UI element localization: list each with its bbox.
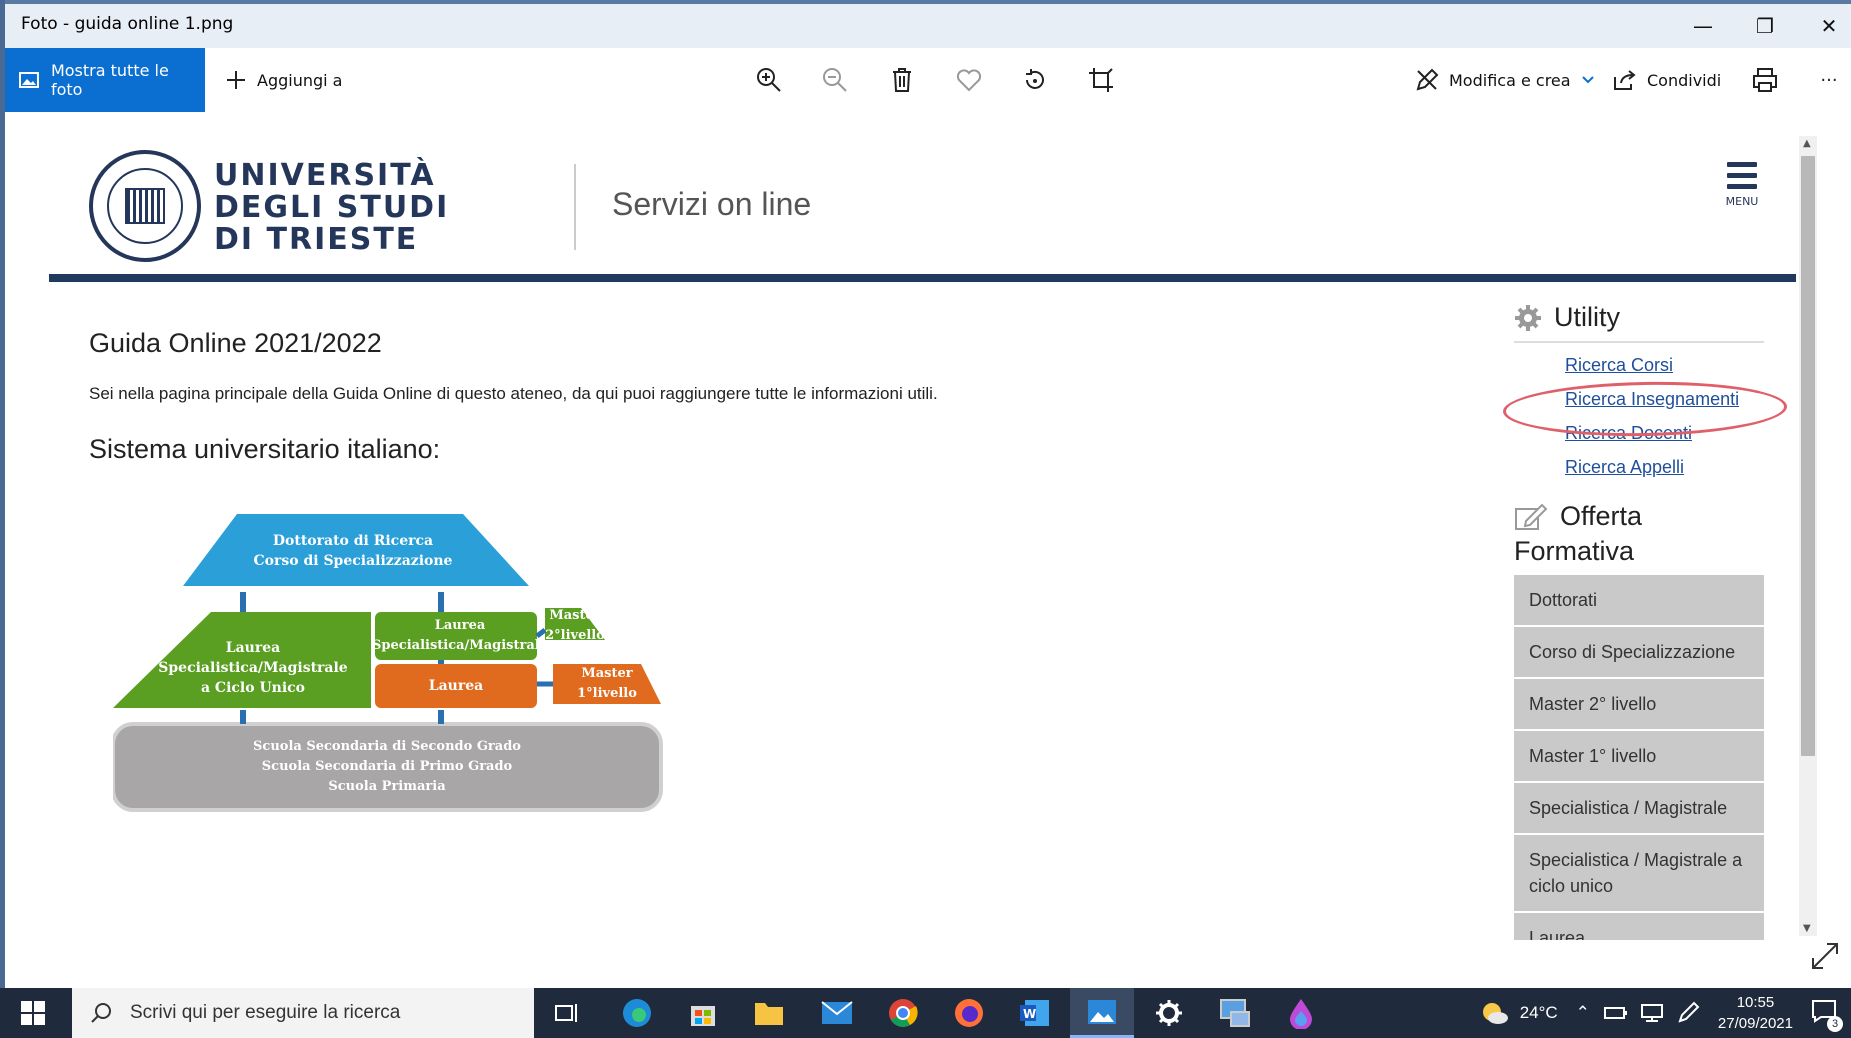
- title-bar: Foto - guida online 1.png — ❐ ✕: [5, 0, 1851, 48]
- section-heading: Sistema universitario italiano:: [89, 434, 441, 464]
- delete-icon[interactable]: [884, 62, 920, 98]
- minimize-button[interactable]: —: [1673, 8, 1733, 44]
- store-icon[interactable]: [684, 995, 722, 1031]
- utility-divider: [1514, 341, 1764, 343]
- network-icon[interactable]: [1640, 1003, 1664, 1023]
- chevron-down-icon: [1581, 76, 1594, 84]
- image-viewer: UNIVERSITÀ DEGLI STUDI DI TRIESTE Serviz…: [49, 132, 1796, 940]
- offerta-item[interactable]: Specialistica / Magistrale: [1514, 783, 1764, 835]
- offerta-heading-line2: Formativa: [1514, 536, 1635, 566]
- edit-create-button[interactable]: Modifica e crea: [1415, 48, 1595, 112]
- print-icon[interactable]: [1747, 62, 1783, 98]
- chrome-icon[interactable]: [884, 995, 922, 1031]
- menu-label: MENU: [1725, 195, 1759, 208]
- paint-drop-icon[interactable]: [1282, 995, 1320, 1031]
- show-all-label: Mostra tutte le foto: [50, 61, 169, 99]
- expand-icon[interactable]: [1809, 940, 1841, 972]
- windows-start-icon[interactable]: [20, 1000, 46, 1026]
- photo-icon: [19, 72, 39, 88]
- svg-text:W: W: [1023, 1007, 1036, 1021]
- utility-heading: Utility: [1514, 302, 1764, 333]
- offerta-item[interactable]: Laurea: [1514, 913, 1764, 940]
- offerta-item[interactable]: Specialistica / Magistrale a ciclo unico: [1514, 835, 1764, 913]
- share-label: Condividi: [1647, 70, 1722, 90]
- share-button[interactable]: Condividi: [1613, 48, 1721, 112]
- university-system-diagram: Dottorato di Ricerca Corso di Specializz…: [113, 512, 673, 822]
- restore-button[interactable]: ❐: [1735, 8, 1795, 44]
- file-explorer-icon[interactable]: [750, 995, 788, 1031]
- scrollbar-thumb[interactable]: [1801, 156, 1815, 756]
- zoom-out-icon[interactable]: [817, 62, 853, 98]
- bachelor-degree-block: Laurea: [428, 678, 484, 694]
- window-title: Foto - guida online 1.png: [21, 14, 234, 34]
- scroll-up-arrow-icon[interactable]: ▲: [1803, 138, 1811, 149]
- offerta-heading: Offerta: [1514, 501, 1764, 532]
- more-options-button[interactable]: ···: [1811, 62, 1847, 98]
- show-all-photos-button[interactable]: Mostra tutte le foto: [5, 48, 205, 112]
- taskbar: Scrivi qui per eseguire la ricerca W 24°…: [0, 988, 1851, 1038]
- edit-note-icon: [1515, 503, 1548, 530]
- offerta-item[interactable]: Corso di Specializzazione: [1514, 627, 1764, 679]
- share-icon: [1614, 70, 1636, 90]
- site-header: UNIVERSITÀ DEGLI STUDI DI TRIESTE Serviz…: [49, 132, 1796, 282]
- edit-pencil-icon: [1416, 68, 1439, 91]
- favorite-heart-icon[interactable]: [951, 62, 987, 98]
- firefox-icon[interactable]: [950, 995, 988, 1031]
- master-2-block: Master 2°livello: [545, 608, 605, 643]
- edge-browser-icon[interactable]: [618, 995, 656, 1031]
- phd-block: Dottorato di Ricerca Corso di Specializz…: [253, 533, 453, 569]
- toolbar: Mostra tutte le foto Aggiungi a Modifica…: [5, 48, 1851, 112]
- vertical-scrollbar[interactable]: ▲ ▼: [1799, 136, 1817, 936]
- plus-icon: [227, 71, 245, 89]
- clock-date: 27/09/2021: [1717, 1015, 1793, 1032]
- add-to-button[interactable]: Aggiungi a: [225, 48, 342, 112]
- remote-desktop-icon[interactable]: [1216, 995, 1254, 1031]
- photos-app-icon[interactable]: [1070, 988, 1134, 1038]
- hamburger-menu-button[interactable]: MENU: [1719, 162, 1765, 208]
- search-placeholder: Scrivi qui per eseguire la ricerca: [130, 1002, 401, 1023]
- single-cycle-degree-block: Laurea Specialistica/Magistrale a Ciclo …: [158, 640, 348, 696]
- system-tray: 24°C ⌃ 10:55 27/09/2021 3: [1480, 988, 1851, 1038]
- university-seal-logo: [89, 150, 201, 262]
- task-view-icon[interactable]: [548, 995, 586, 1031]
- site-title: Servizi on line: [612, 186, 812, 222]
- master-1-block: Master 1°livello: [577, 666, 637, 701]
- hamburger-icon: [1719, 162, 1765, 189]
- edit-create-label: Modifica e crea: [1449, 70, 1571, 90]
- gear-icon: [1515, 304, 1541, 331]
- offerta-item[interactable]: Master 2° livello: [1514, 679, 1764, 731]
- link-ricerca-appelli[interactable]: Ricerca Appelli: [1565, 457, 1764, 491]
- weather-icon[interactable]: [1480, 1000, 1510, 1026]
- settings-gear-icon[interactable]: [1150, 995, 1188, 1031]
- offerta-item[interactable]: Dottorati: [1514, 575, 1764, 627]
- notification-count-badge: 3: [1827, 1015, 1843, 1032]
- header-divider: [574, 164, 576, 250]
- university-logo-text: UNIVERSITÀ DEGLI STUDI DI TRIESTE: [214, 158, 450, 257]
- battery-icon[interactable]: [1603, 1006, 1628, 1020]
- scroll-down-arrow-icon[interactable]: ▼: [1803, 923, 1811, 934]
- mail-icon[interactable]: [818, 995, 856, 1031]
- photos-app-window: Foto - guida online 1.png — ❐ ✕ Mostra t…: [0, 0, 1851, 1038]
- temperature[interactable]: 24°C: [1520, 1003, 1558, 1023]
- add-to-label: Aggiungi a: [257, 70, 343, 90]
- pen-icon[interactable]: [1676, 1001, 1700, 1025]
- close-button[interactable]: ✕: [1799, 8, 1851, 44]
- word-icon[interactable]: W: [1016, 995, 1054, 1031]
- intro-text: Sei nella pagina principale della Guida …: [89, 384, 938, 403]
- crop-icon[interactable]: [1083, 62, 1119, 98]
- masters-degree-block: Laurea Specialistica/Magistrale: [372, 618, 548, 653]
- clock-time: 10:55: [1736, 994, 1775, 1011]
- notification-center-button[interactable]: 3: [1811, 999, 1843, 1032]
- secondary-school-block: Scuola Secondaria di Secondo Grado Scuol…: [253, 739, 521, 794]
- offerta-item[interactable]: Master 1° livello: [1514, 731, 1764, 783]
- search-icon: [91, 1003, 111, 1023]
- chevron-up-icon[interactable]: ⌃: [1576, 1003, 1590, 1023]
- clock[interactable]: 10:55 27/09/2021: [1718, 992, 1793, 1034]
- page-title: Guida Online 2021/2022: [89, 328, 382, 358]
- taskbar-search-box[interactable]: Scrivi qui per eseguire la ricerca: [72, 988, 534, 1038]
- rotate-icon[interactable]: [1017, 62, 1053, 98]
- zoom-in-icon[interactable]: [751, 62, 787, 98]
- offerta-list: Dottorati Corso di Specializzazione Mast…: [1514, 575, 1764, 940]
